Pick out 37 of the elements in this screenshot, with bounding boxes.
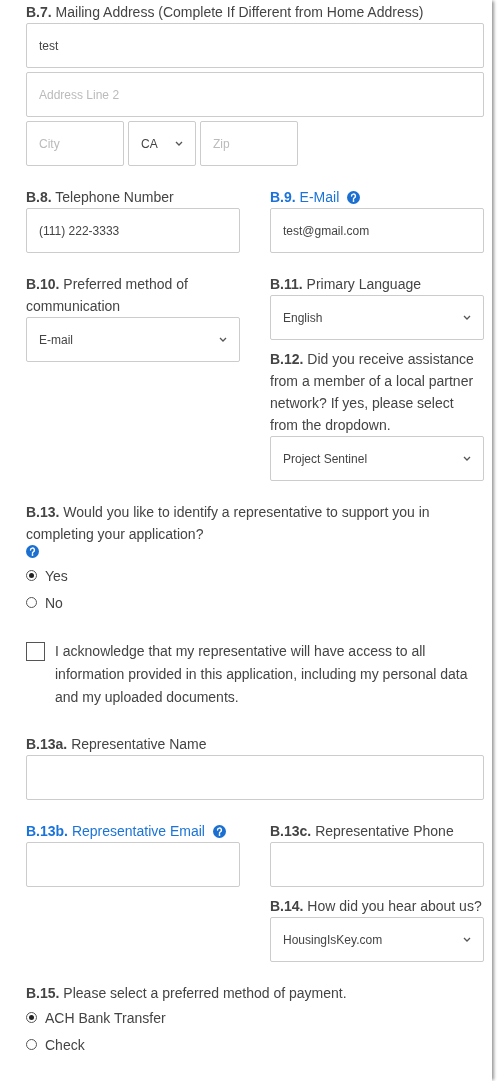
radio-label: Check bbox=[45, 1036, 85, 1053]
select-field[interactable]: CA bbox=[128, 121, 196, 166]
help-icon[interactable] bbox=[212, 825, 226, 838]
field-label: B.10. Preferred method of communication bbox=[26, 275, 189, 316]
select-field[interactable]: English bbox=[270, 295, 484, 340]
chevron-down-icon bbox=[219, 337, 227, 342]
field-label: B.7. Mailing Address (Complete If Different from Home Address) bbox=[26, 3, 424, 22]
field-label: B.14. How did you hear about us? bbox=[270, 897, 482, 916]
input-field[interactable]: (111) 222-3333 bbox=[26, 208, 240, 253]
field-label: B.13a. Representative Name bbox=[26, 735, 207, 754]
field-label: B.11. Primary Language bbox=[270, 275, 421, 294]
help-icon[interactable] bbox=[347, 191, 361, 204]
acknowledgement-text: I acknowledge that my representative will have access to all information provided in this application, including my personal data and my uploaded documents. bbox=[55, 642, 469, 707]
question-text: B.13. Would you like to identify a representative to support you in completing your application? bbox=[26, 503, 431, 544]
chevron-down-icon bbox=[175, 141, 183, 146]
field-label: B.13b. Representative Email bbox=[26, 822, 205, 841]
help-icon[interactable] bbox=[26, 545, 39, 558]
chevron-down-icon bbox=[463, 937, 471, 942]
field-label: B.8. Telephone Number bbox=[26, 188, 174, 207]
radio-label: ACH Bank Transfer bbox=[45, 1009, 166, 1026]
checkbox[interactable] bbox=[26, 642, 45, 661]
chevron-down-icon bbox=[463, 456, 471, 461]
field-label: B.12. Did you receive assistance from a member of a local partner network? If yes, please select from the dropdown. bbox=[270, 350, 475, 435]
select-field[interactable]: Project Sentinel bbox=[270, 436, 484, 481]
select-field[interactable]: HousingIsKey.com bbox=[270, 917, 484, 962]
field-label: B.9. E-Mail bbox=[270, 188, 340, 207]
input-field[interactable] bbox=[270, 842, 484, 887]
radio-label: No bbox=[45, 594, 63, 611]
input-field[interactable]: test@gmail.com bbox=[270, 208, 484, 253]
input-field[interactable] bbox=[26, 755, 484, 800]
chevron-down-icon bbox=[463, 315, 471, 320]
radio-label: Yes bbox=[45, 567, 68, 584]
select-field[interactable]: E-mail bbox=[26, 317, 240, 362]
field-label: B.13c. Representative Phone bbox=[270, 822, 454, 841]
input-field[interactable]: test bbox=[26, 23, 484, 68]
input-field[interactable] bbox=[26, 842, 240, 887]
question-text: B.15. Please select a preferred method of payment. bbox=[26, 984, 347, 1003]
